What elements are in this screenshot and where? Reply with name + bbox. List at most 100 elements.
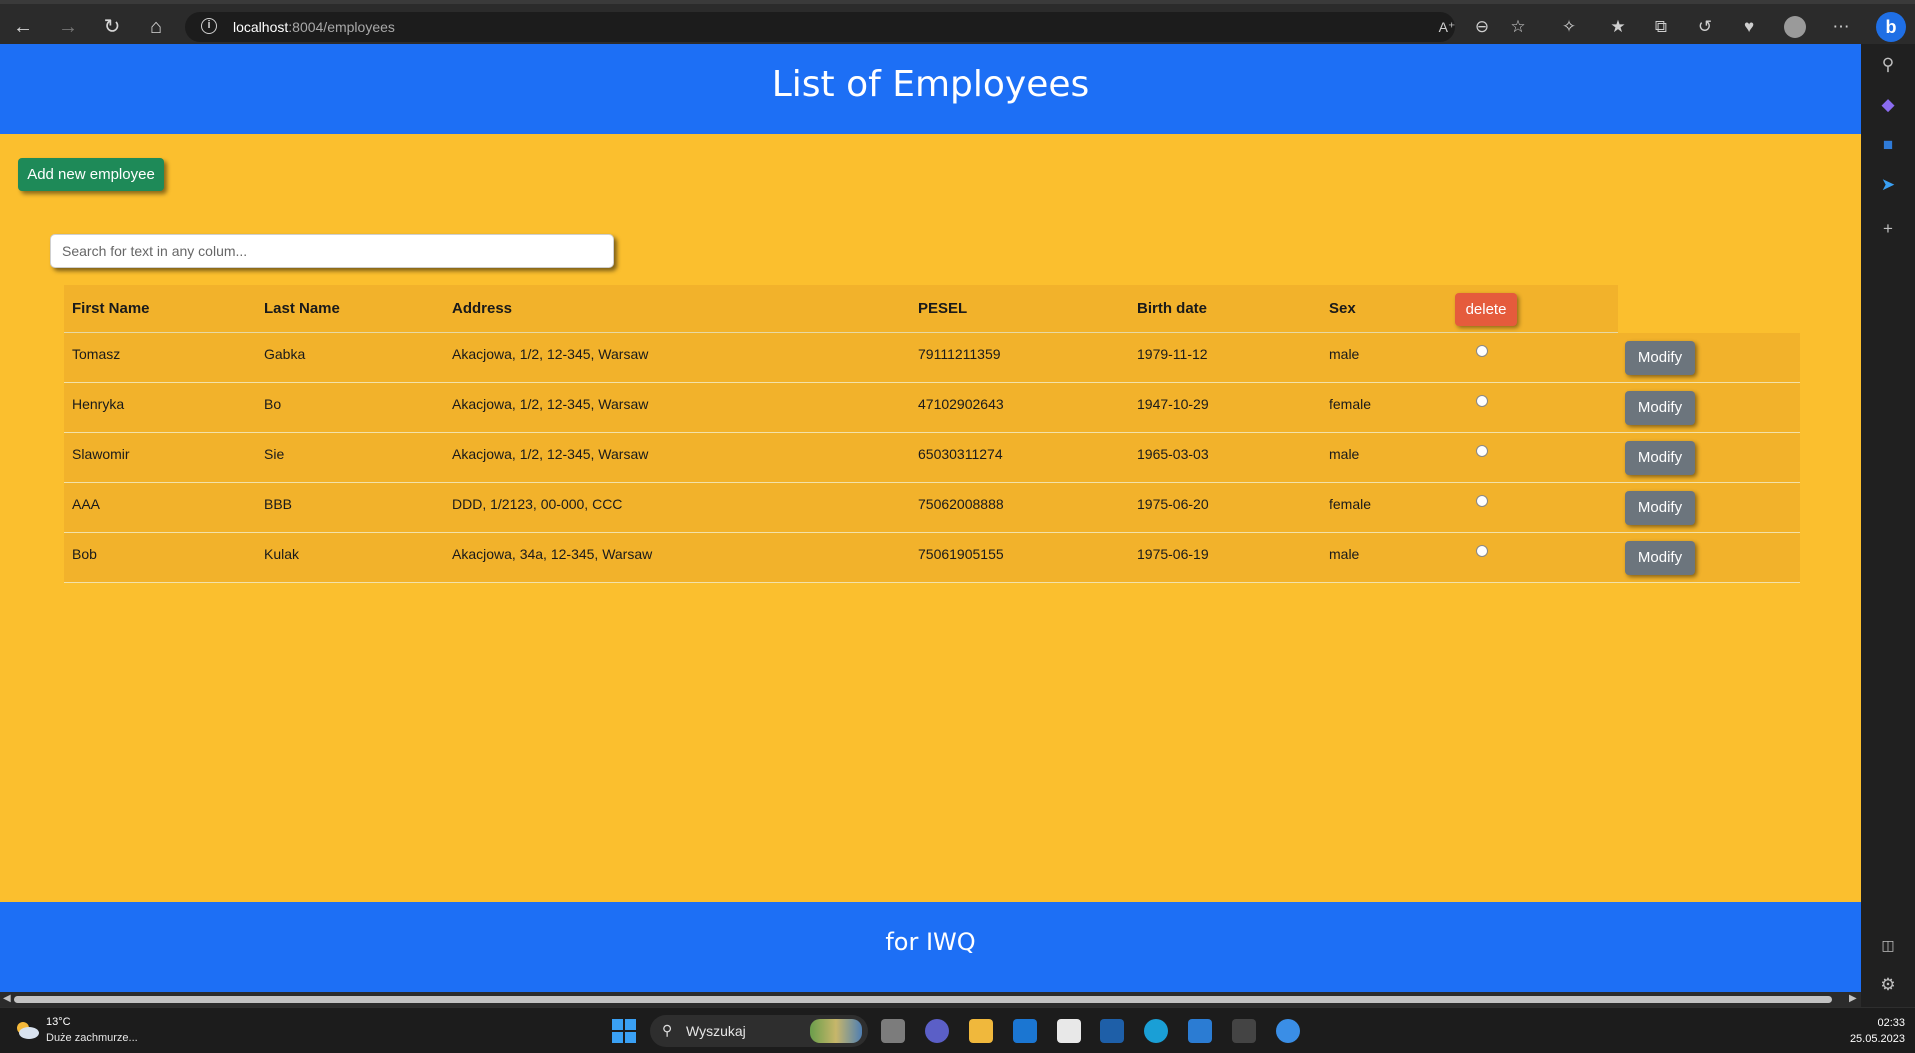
first-name-cell: Tomasz	[72, 346, 121, 362]
collections-icon[interactable]: ⧉	[1650, 16, 1672, 38]
birth-date-cell: 1975-06-19	[1137, 546, 1209, 562]
windows-taskbar: 13°C Duże zachmurze... ⚲ Wyszukaj 02:33 …	[0, 1007, 1915, 1053]
refresh-icon[interactable]: ↻	[99, 14, 125, 40]
search-input[interactable]	[50, 234, 614, 268]
pesel-cell: 75061905155	[918, 546, 1004, 562]
sidebar-layout-icon[interactable]: ◫	[1877, 934, 1899, 956]
address-cell: Akacjowa, 34a, 12-345, Warsaw	[452, 546, 653, 562]
row-select-radio[interactable]	[1476, 445, 1488, 457]
row-select-radio[interactable]	[1476, 395, 1488, 407]
column-header[interactable]: PESEL	[918, 300, 967, 317]
system-clock[interactable]: 02:33 25.05.2023	[1850, 1015, 1905, 1047]
search-icon: ⚲	[662, 1022, 673, 1038]
site-info-icon[interactable]: i	[201, 18, 217, 34]
column-header[interactable]: First Name	[72, 300, 150, 317]
delete-button[interactable]: delete	[1455, 293, 1517, 326]
edge-browser-icon[interactable]	[1144, 1019, 1168, 1043]
add-favorite-icon[interactable]: ☆	[1507, 16, 1529, 38]
modify-button[interactable]: Modify	[1625, 541, 1695, 575]
mail-icon[interactable]	[1013, 1019, 1037, 1043]
sex-cell: male	[1329, 346, 1360, 362]
modify-button[interactable]: Modify	[1625, 441, 1695, 475]
scroll-right-icon[interactable]: ▶	[1849, 993, 1857, 1004]
birth-date-cell: 1965-03-03	[1137, 446, 1209, 462]
globe-app-icon[interactable]	[1276, 1019, 1300, 1043]
address-cell: DDD, 1/2123, 00-000, CCC	[452, 496, 623, 512]
first-name-cell: Henryka	[72, 396, 125, 412]
zoom-out-icon[interactable]: ⊖	[1471, 16, 1493, 38]
sidebar-outlook-icon[interactable]: ■	[1877, 134, 1899, 156]
modify-button[interactable]: Modify	[1625, 391, 1695, 425]
search-highlight-image	[810, 1019, 862, 1043]
sex-cell: male	[1329, 446, 1360, 462]
pesel-cell: 75062008888	[918, 496, 1004, 512]
scroll-left-icon[interactable]: ◀	[3, 993, 11, 1004]
last-name-cell: Sie	[264, 446, 285, 462]
store-icon[interactable]	[1057, 1019, 1081, 1043]
weather-temperature: 13°C	[46, 1016, 71, 1028]
column-header[interactable]: Last Name	[264, 300, 340, 317]
extensions-icon[interactable]: ✧	[1558, 16, 1580, 38]
first-name-cell: Slawomir	[72, 446, 130, 462]
url-text: localhost:8004/employees	[233, 19, 395, 35]
read-aloud-icon[interactable]: A⁺	[1436, 16, 1458, 38]
sex-cell: female	[1329, 496, 1372, 512]
health-icon[interactable]: ♥	[1738, 16, 1760, 38]
sidebar-add-icon[interactable]: +	[1877, 218, 1899, 240]
site-header: List of Employees	[0, 44, 1861, 134]
horizontal-scrollbar[interactable]: ◀ ▶	[0, 992, 1861, 1007]
sidebar-search-icon[interactable]: ⚲	[1877, 54, 1899, 76]
taskbar-search[interactable]: ⚲ Wyszukaj	[650, 1015, 868, 1047]
first-name-cell: Bob	[72, 546, 97, 562]
file-explorer-icon[interactable]	[969, 1019, 993, 1043]
edge-sidebar: ⚲ ◆ ■ ➤ + ◫ ⚙	[1861, 44, 1915, 1007]
task-view-icon[interactable]	[881, 1019, 905, 1043]
row-select-radio[interactable]	[1476, 345, 1488, 357]
terminal-icon[interactable]	[1232, 1019, 1256, 1043]
row-select-radio[interactable]	[1476, 495, 1488, 507]
home-icon[interactable]: ⌂	[143, 14, 169, 40]
column-header[interactable]: Birth date	[1137, 300, 1207, 317]
clock-time: 02:33	[1877, 1017, 1905, 1029]
weather-description: Duże zachmurze...	[46, 1032, 138, 1044]
address-cell: Akacjowa, 1/2, 12-345, Warsaw	[452, 446, 649, 462]
teams-chat-icon[interactable]	[925, 1019, 949, 1043]
pesel-cell: 79111211359	[918, 346, 1001, 362]
column-header[interactable]: Address	[452, 300, 512, 317]
more-menu-icon[interactable]: ⋯	[1830, 16, 1852, 38]
sidebar-send-icon[interactable]: ➤	[1877, 174, 1899, 196]
last-name-cell: Kulak	[264, 546, 300, 562]
table-row: AAA BBB DDD, 1/2123, 00-000, CCC 7506200…	[64, 483, 1800, 533]
back-icon[interactable]: ←	[10, 14, 36, 40]
history-icon[interactable]: ↺	[1694, 16, 1716, 38]
site-footer: for IWQ	[0, 902, 1861, 992]
favorites-icon[interactable]: ★	[1607, 16, 1629, 38]
sidebar-copilot-icon[interactable]: ◆	[1877, 94, 1899, 116]
row-select-radio[interactable]	[1476, 545, 1488, 557]
weather-cloud-icon[interactable]	[14, 1020, 40, 1040]
modify-button[interactable]: Modify	[1625, 491, 1695, 525]
taskbar-search-label: Wyszukaj	[686, 1023, 746, 1039]
last-name-cell: Gabka	[264, 346, 306, 362]
scrollbar-thumb[interactable]	[14, 996, 1832, 1003]
start-windows-icon[interactable]	[612, 1019, 636, 1043]
pesel-cell: 47102902643	[918, 396, 1004, 412]
table-row: Slawomir Sie Akacjowa, 1/2, 12-345, Wars…	[64, 433, 1800, 483]
page-viewport: List of Employees Add new employee First…	[0, 44, 1861, 992]
last-name-cell: BBB	[264, 496, 293, 512]
birth-date-cell: 1947-10-29	[1137, 396, 1209, 412]
bing-chat-icon[interactable]: b	[1876, 12, 1906, 42]
browser-toolbar: ← → ↻ ⌂ i localhost:8004/employees A⁺ ⊖ …	[0, 0, 1915, 44]
sex-cell: female	[1329, 396, 1372, 412]
first-name-cell: AAA	[72, 496, 101, 512]
column-header[interactable]: Sex	[1329, 300, 1356, 317]
add-employee-button[interactable]: Add new employee	[18, 158, 164, 191]
app-icon[interactable]	[1100, 1019, 1124, 1043]
modify-button[interactable]: Modify	[1625, 341, 1695, 375]
vscode-icon[interactable]	[1188, 1019, 1212, 1043]
forward-icon[interactable]: →	[55, 14, 81, 40]
birth-date-cell: 1975-06-20	[1137, 496, 1209, 512]
sidebar-settings-icon[interactable]: ⚙	[1877, 974, 1899, 996]
profile-avatar[interactable]	[1784, 16, 1806, 38]
address-bar[interactable]: i localhost:8004/employees	[185, 12, 1455, 42]
